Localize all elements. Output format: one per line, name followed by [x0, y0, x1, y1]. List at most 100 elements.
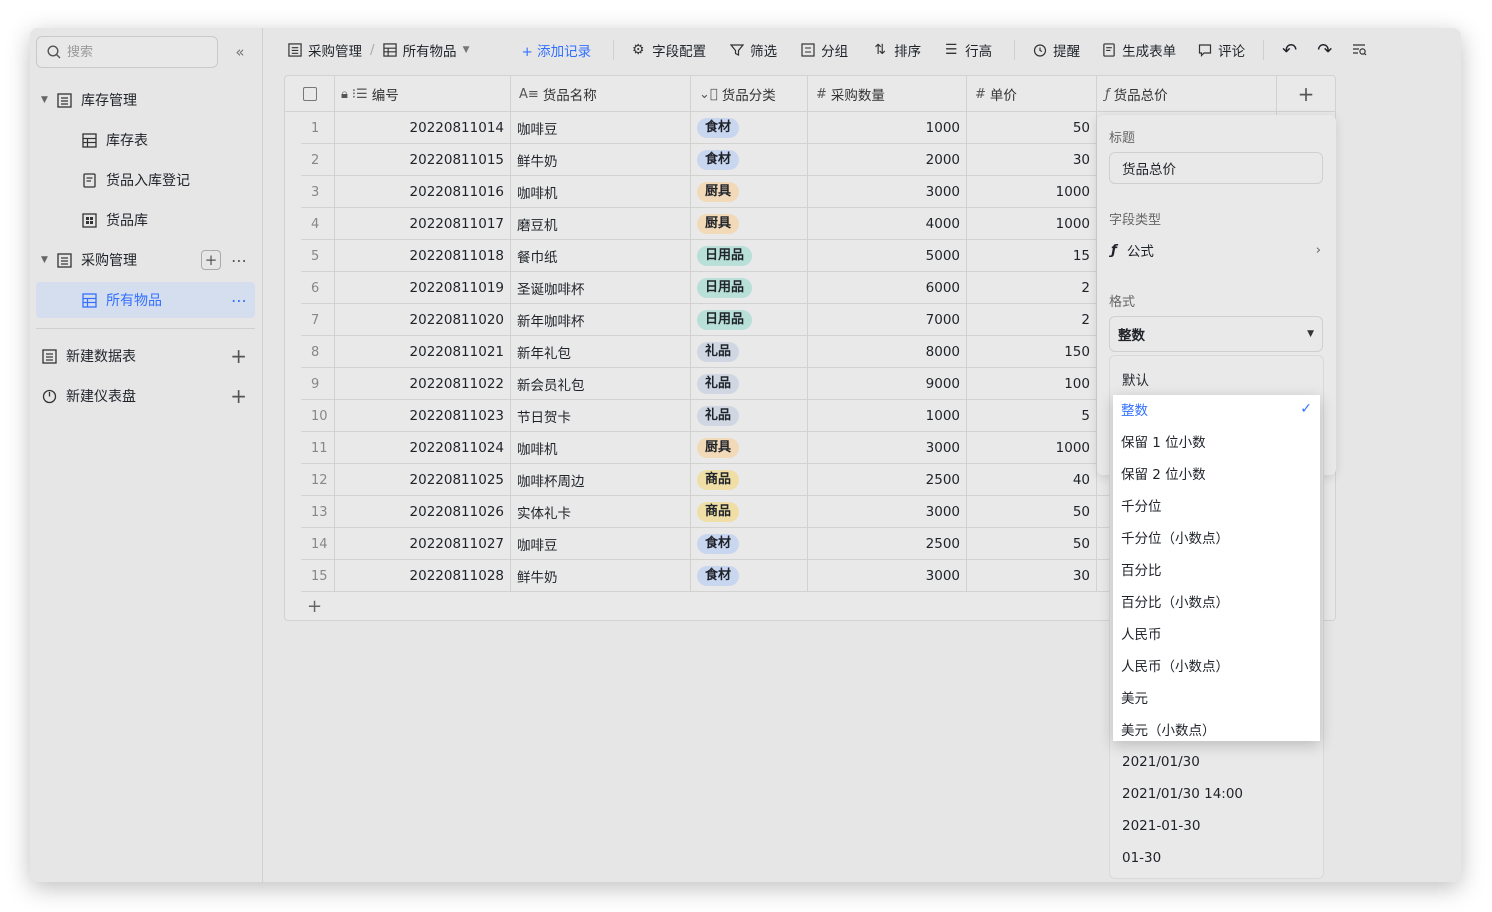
cell-code[interactable]: 20220811027	[335, 528, 511, 560]
cell-price[interactable]: 50	[967, 112, 1097, 144]
cell-qty[interactable]: 2500	[808, 464, 967, 496]
format-option-date[interactable]: 2021/01/30	[1122, 754, 1200, 770]
undo-icon[interactable]: ↶	[1282, 28, 1297, 72]
cell-name[interactable]: 新年礼包	[511, 336, 691, 368]
cell-qty[interactable]: 3000	[808, 560, 967, 592]
more-icon[interactable]: ⋯	[231, 251, 247, 270]
cell-category[interactable]: 商品	[691, 464, 808, 496]
cell-price[interactable]: 150	[967, 336, 1097, 368]
format-option-date[interactable]: 01-30	[1122, 850, 1161, 866]
format-option[interactable]: 整数 ✓	[1121, 393, 1312, 425]
cell-code[interactable]: 20220811025	[335, 464, 511, 496]
cell-qty[interactable]: 6000	[808, 272, 967, 304]
sort-button[interactable]: ⇅ 排序	[872, 28, 921, 72]
format-option[interactable]: 百分比	[1121, 553, 1312, 585]
cell-price[interactable]: 1000	[967, 176, 1097, 208]
cell-qty[interactable]: 1000	[808, 400, 967, 432]
cell-qty[interactable]: 5000	[808, 240, 967, 272]
cell-code[interactable]: 20220811015	[335, 144, 511, 176]
search-box[interactable]	[36, 36, 218, 68]
collapse-sidebar-icon[interactable]: «	[230, 42, 250, 62]
column-header-price[interactable]: # 单价	[967, 76, 1097, 112]
cell-code[interactable]: 20220811028	[335, 560, 511, 592]
cell-name[interactable]: 磨豆机	[511, 208, 691, 240]
redo-icon[interactable]: ↷	[1317, 28, 1332, 72]
caret-down-icon[interactable]: ▼	[41, 255, 55, 265]
cell-code[interactable]: 20220811024	[335, 432, 511, 464]
sidebar-item-purchase-mgmt[interactable]: ▼ 采购管理 + ⋯	[36, 242, 255, 278]
cell-qty[interactable]: 2500	[808, 528, 967, 560]
cell-qty[interactable]: 9000	[808, 368, 967, 400]
breadcrumb-base[interactable]: 采购管理	[288, 28, 362, 72]
cell-category[interactable]: 食材	[691, 528, 808, 560]
add-icon[interactable]: +	[201, 250, 221, 270]
view-selector[interactable]: 所有物品 ▼	[382, 28, 469, 72]
cell-name[interactable]: 新年咖啡杯	[511, 304, 691, 336]
cell-name[interactable]: 咖啡豆	[511, 528, 691, 560]
cell-qty[interactable]: 3000	[808, 176, 967, 208]
format-option[interactable]: 人民币	[1121, 617, 1312, 649]
filter-button[interactable]: 筛选	[730, 28, 777, 72]
search-input[interactable]	[67, 44, 197, 60]
caret-down-icon[interactable]: ▼	[41, 95, 55, 105]
cell-code[interactable]: 20220811023	[335, 400, 511, 432]
cell-price[interactable]: 2	[967, 304, 1097, 336]
cell-name[interactable]: 餐巾纸	[511, 240, 691, 272]
cell-name[interactable]: 节日贺卡	[511, 400, 691, 432]
cell-qty[interactable]: 3000	[808, 432, 967, 464]
add-column-icon[interactable]: +	[1277, 76, 1335, 112]
cell-name[interactable]: 咖啡豆	[511, 112, 691, 144]
cell-category[interactable]: 日用品	[691, 240, 808, 272]
column-header-code[interactable]: 🔒︎ ⁝☰ 编号	[335, 76, 511, 112]
comment-button[interactable]: 评论	[1198, 28, 1245, 72]
cell-qty[interactable]: 2000	[808, 144, 967, 176]
format-option[interactable]: 千分位（小数点）	[1121, 521, 1312, 553]
add-icon[interactable]: +	[230, 384, 247, 408]
cell-category[interactable]: 厨具	[691, 432, 808, 464]
generate-form-button[interactable]: 生成表单	[1102, 28, 1176, 72]
format-option[interactable]: 美元	[1121, 681, 1312, 713]
add-icon[interactable]: +	[230, 344, 247, 368]
search-records-icon[interactable]	[1352, 28, 1367, 72]
cell-name[interactable]: 咖啡机	[511, 432, 691, 464]
sidebar-item-all-items[interactable]: 所有物品 ⋯	[36, 282, 255, 318]
cell-price[interactable]: 2	[967, 272, 1097, 304]
cell-category[interactable]: 厨具	[691, 176, 808, 208]
cell-name[interactable]: 鲜牛奶	[511, 144, 691, 176]
cell-code[interactable]: 20220811016	[335, 176, 511, 208]
format-option[interactable]: 美元（小数点）	[1121, 713, 1312, 745]
cell-price[interactable]: 50	[967, 528, 1097, 560]
cell-category[interactable]: 商品	[691, 496, 808, 528]
cell-code[interactable]: 20220811019	[335, 272, 511, 304]
sidebar-item-inventory-table[interactable]: 库存表	[36, 122, 255, 158]
field-config-button[interactable]: ⚙ 字段配置	[630, 28, 706, 72]
cell-category[interactable]: 食材	[691, 144, 808, 176]
select-all-checkbox[interactable]	[285, 76, 335, 112]
cell-name[interactable]: 新会员礼包	[511, 368, 691, 400]
row-height-button[interactable]: ☰ 行高	[943, 28, 992, 72]
cell-code[interactable]: 20220811020	[335, 304, 511, 336]
group-button[interactable]: 分组	[801, 28, 848, 72]
cell-category[interactable]: 日用品	[691, 304, 808, 336]
format-option[interactable]: 人民币（小数点）	[1121, 649, 1312, 681]
column-header-category[interactable]: ⌄⃝ 货品分类	[691, 76, 808, 112]
format-option[interactable]: 保留 1 位小数	[1121, 425, 1312, 457]
format-option[interactable]: 百分比（小数点）	[1121, 585, 1312, 617]
sidebar-item-goods-library[interactable]: 货品库	[36, 202, 255, 238]
cell-category[interactable]: 食材	[691, 560, 808, 592]
format-option-date[interactable]: 2021-01-30	[1122, 818, 1200, 834]
cell-price[interactable]: 100	[967, 368, 1097, 400]
cell-price[interactable]: 15	[967, 240, 1097, 272]
reminder-button[interactable]: 提醒	[1033, 28, 1080, 72]
cell-qty[interactable]: 8000	[808, 336, 967, 368]
more-icon[interactable]: ⋯	[231, 291, 247, 310]
format-option-default[interactable]: 默认	[1122, 369, 1149, 389]
cell-code[interactable]: 20220811014	[335, 112, 511, 144]
add-row-icon[interactable]: +	[307, 596, 322, 617]
cell-code[interactable]: 20220811021	[335, 336, 511, 368]
cell-price[interactable]: 40	[967, 464, 1097, 496]
cell-category[interactable]: 食材	[691, 112, 808, 144]
cell-code[interactable]: 20220811022	[335, 368, 511, 400]
cell-code[interactable]: 20220811018	[335, 240, 511, 272]
cell-name[interactable]: 咖啡机	[511, 176, 691, 208]
